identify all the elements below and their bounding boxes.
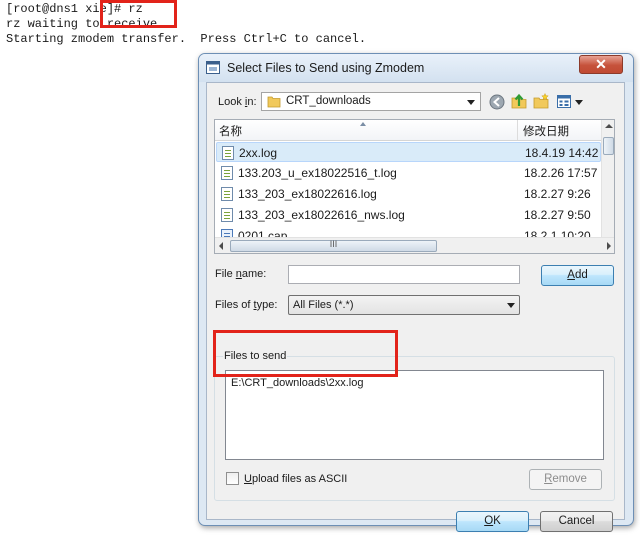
chevron-down-icon	[467, 100, 475, 105]
look-in-label: Look in:	[218, 96, 257, 108]
column-divider[interactable]	[517, 120, 518, 140]
close-button[interactable]: ✕	[579, 55, 623, 74]
file-name-label: File name:	[215, 268, 267, 280]
file-date: 18.2.27 9:50	[524, 208, 591, 222]
send-list-item[interactable]: E:\CRT_downloads\2xx.log	[231, 377, 363, 389]
file-row[interactable]: 133.203_u_ex18022516_t.log 18.2.26 17:57	[216, 163, 601, 183]
dialog-titlebar[interactable]: Select Files to Send using Zmodem ✕	[199, 54, 633, 82]
view-menu-icon[interactable]	[557, 94, 573, 110]
terminal-line-1: [root@dns1 xie]# rz	[6, 2, 143, 16]
file-date: 18.2.26 17:57	[524, 166, 598, 180]
column-header-name[interactable]: 名称	[219, 123, 242, 139]
file-date: 18.4.19 14:42	[525, 146, 599, 160]
terminal-line-3: Starting zmodem transfer. Press Ctrl+C t…	[6, 32, 367, 46]
close-icon: ✕	[595, 56, 607, 72]
files-to-send-label: Files to send	[223, 350, 288, 362]
file-name: 133_203_ex18022616_nws.log	[238, 208, 405, 222]
file-date: 18.2.27 9:26	[524, 187, 591, 201]
dialog-title: Select Files to Send using Zmodem	[227, 61, 425, 75]
horizontal-scroll-thumb[interactable]: III	[230, 239, 437, 252]
file-name-input[interactable]	[288, 265, 520, 284]
chevron-down-icon	[507, 303, 515, 308]
log-file-icon	[221, 187, 233, 201]
look-in-value: CRT_downloads	[286, 95, 371, 107]
upload-ascii-label[interactable]: Upload files as ASCII	[244, 473, 347, 485]
file-name: 133_203_ex18022616.log	[238, 187, 377, 201]
scroll-right-icon[interactable]	[607, 242, 611, 250]
file-list[interactable]: 名称 修改日期 2xx.log 18.4.19 14:42 133.203_u_…	[214, 119, 615, 254]
file-row[interactable]: 133_203_ex18022616_nws.log 18.2.27 9:50	[216, 205, 601, 225]
column-header-modified[interactable]: 修改日期	[523, 123, 569, 139]
add-button[interactable]: Add	[541, 265, 614, 286]
dialog-body: Look in: CRT_downloads 名称 修改日期 2xx.log 1…	[206, 82, 625, 532]
sort-ascending-icon	[360, 122, 366, 126]
file-type-dropdown[interactable]: All Files (*.*)	[288, 295, 520, 315]
scroll-up-icon[interactable]	[605, 124, 613, 128]
scroll-left-icon[interactable]	[219, 242, 223, 250]
view-menu-chevron-icon[interactable]	[575, 100, 583, 105]
zmodem-dialog: Select Files to Send using Zmodem ✕ Look…	[198, 53, 634, 532]
up-folder-icon[interactable]	[511, 93, 527, 109]
file-list-header: 名称 修改日期	[215, 120, 601, 141]
window-app-icon	[206, 61, 220, 74]
terminal-line-2: rz waiting to receive.	[6, 17, 165, 31]
remove-button[interactable]: Remove	[529, 469, 602, 490]
ok-button[interactable]: OK	[456, 511, 529, 532]
file-name: 133.203_u_ex18022516_t.log	[238, 166, 397, 180]
log-file-icon	[221, 208, 233, 222]
file-type-label: Files of type:	[215, 299, 278, 311]
vertical-scroll-thumb[interactable]	[603, 137, 614, 155]
horizontal-scrollbar[interactable]: III	[215, 237, 614, 253]
cancel-button[interactable]: Cancel	[540, 511, 613, 532]
file-row[interactable]: 2xx.log 18.4.19 14:42	[216, 142, 601, 162]
scroll-grip: III	[329, 239, 338, 249]
log-file-icon	[222, 146, 234, 160]
look-in-dropdown[interactable]: CRT_downloads	[261, 92, 481, 111]
new-folder-icon[interactable]	[533, 93, 549, 109]
file-name: 2xx.log	[239, 146, 278, 160]
folder-icon	[267, 96, 281, 108]
files-to-send-list[interactable]: E:\CRT_downloads\2xx.log	[225, 370, 604, 460]
back-icon[interactable]	[489, 94, 505, 110]
file-type-value: All Files (*.*)	[293, 299, 354, 311]
file-row[interactable]: 133_203_ex18022616.log 18.2.27 9:26	[216, 184, 601, 204]
vertical-scrollbar[interactable]	[601, 120, 614, 237]
upload-ascii-checkbox[interactable]	[226, 472, 239, 485]
log-file-icon	[221, 166, 233, 180]
